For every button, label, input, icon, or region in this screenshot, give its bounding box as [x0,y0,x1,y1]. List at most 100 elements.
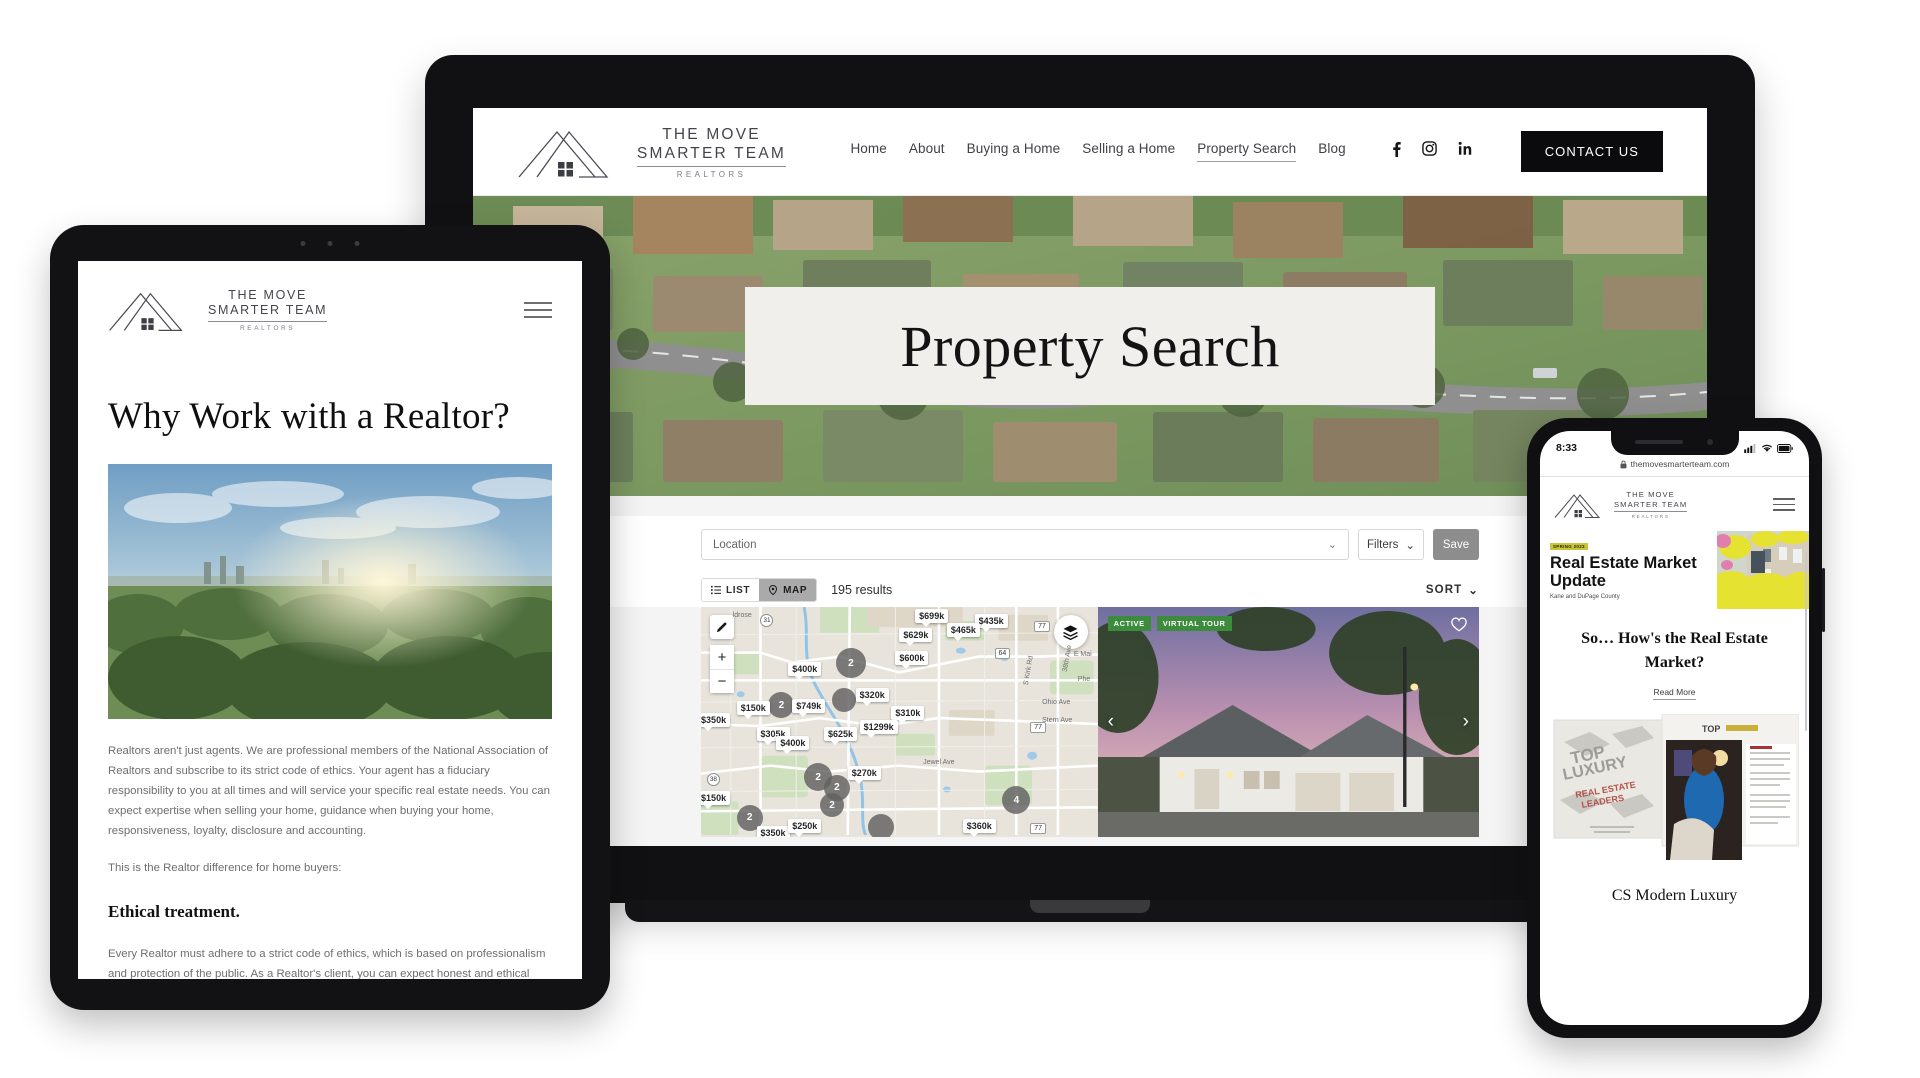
location-input[interactable]: Location ⌄ [701,529,1349,560]
listing-badges: ACTIVE VIRTUAL TOUR [1107,616,1232,631]
site-logo[interactable]: THE MOVE SMARTER TEAM REALTORS [1554,490,1688,519]
map-cluster-marker[interactable] [867,814,894,837]
spring-house-photo [1717,531,1809,609]
status-time: 8:33 [1556,442,1578,454]
map-street-label: ldrose [732,611,752,619]
heart-icon[interactable] [1451,617,1467,637]
laptop-screen: THE MOVE SMARTER TEAM REALTORS Home Abou… [473,108,1707,846]
search-toolbar: Location ⌄ Filters ⌄ Save [473,516,1707,573]
read-more-link[interactable]: Read More [1653,687,1696,700]
pencil-icon[interactable] [710,615,734,639]
filters-button[interactable]: Filters ⌄ [1358,529,1424,560]
phone-screen: 8:33 themovesmarterteam.com THE MOVE SMA… [1540,431,1809,1025]
phone-notch [1610,431,1739,455]
nav-item-about[interactable]: About [909,141,945,162]
zoom-out-button[interactable]: − [710,669,734,693]
nav-item-buying-a-home[interactable]: Buying a Home [967,141,1061,162]
wifi-icon [1761,444,1773,452]
map-street-label: Phe [1077,676,1091,683]
page-scrollbar[interactable] [1805,551,1807,731]
nav-item-home[interactable]: Home [850,141,886,162]
map-highway-shield: 64 [994,648,1011,660]
map-price-pin[interactable]: $310k [891,705,925,724]
listing-card[interactable]: ACTIVE VIRTUAL TOUR ‹ › [1097,607,1479,837]
map-highway-shield: 77 [1030,823,1046,835]
map-price-pin[interactable]: $150k [736,701,770,720]
list-view-label: LIST [726,584,751,596]
tab-list-view[interactable]: LIST [702,579,760,601]
tab-map-view[interactable]: MAP [759,579,817,601]
map-price-pin[interactable]: $600k [895,650,929,669]
location-input-placeholder: Location [713,538,757,551]
status-indicators [1744,443,1793,453]
map-price-pin[interactable]: $1299k [859,719,898,738]
chevron-left-icon[interactable]: ‹ [1108,711,1114,733]
phone-site-header: THE MOVE SMARTER TEAM REALTORS [1540,477,1809,529]
map-route-marker: 38 [706,772,720,786]
article-paragraph: Realtors aren't just agents. We are prof… [108,745,550,837]
map-price-pin[interactable]: $400k [776,735,810,754]
map-price-pin[interactable]: $270k [847,765,881,784]
phone-side-button[interactable] [1822,568,1825,632]
nav-item-blog[interactable]: Blog [1318,141,1345,162]
map-cluster-marker[interactable] [831,687,856,712]
map-price-pin[interactable]: $320k [855,687,889,706]
site-logo[interactable]: THE MOVE SMARTER TEAM REALTORS [108,287,328,333]
screenshot-stage: THE MOVE SMARTER TEAM REALTORS Home Abou… [0,0,1920,1078]
market-update-banner[interactable]: SPRING 2023 Real Estate Market Update Ka… [1540,531,1809,609]
map-price-pin[interactable]: $350k [756,825,790,837]
hamburger-icon[interactable] [524,302,552,318]
map-price-pin[interactable]: $749k [792,699,826,717]
sunset-skyline-photo [108,464,552,719]
map-price-pin[interactable]: $350k [701,712,731,731]
logo-line-3: REALTORS [240,325,296,332]
hamburger-icon[interactable] [1773,497,1795,512]
layers-icon[interactable] [1053,615,1088,649]
map-price-pin[interactable]: $150k [701,791,731,809]
logo-divider [208,321,328,322]
facebook-icon[interactable] [1392,141,1401,163]
logo-line-1: THE MOVE [1626,490,1675,499]
social-links [1392,141,1473,163]
site-logo[interactable]: THE MOVE SMARTER TEAM REALTORS [517,124,786,180]
results-toolbar: LIST MAP 195 results SORT ⌄ [473,573,1707,607]
sort-control[interactable]: SORT ⌄ [1426,583,1479,597]
listing-photo [1097,607,1479,837]
results-count: 195 results [831,583,893,597]
logo-wordmark: THE MOVE SMARTER TEAM REALTORS [637,125,786,179]
map-price-pin[interactable]: $465k [946,623,980,642]
instagram-icon[interactable] [1421,141,1437,162]
laptop-base-notch [1030,900,1150,913]
save-search-button[interactable]: Save [1433,529,1479,560]
roof-logo-icon [518,130,609,178]
zoom-in-button[interactable]: + [710,645,734,669]
map-price-pin[interactable]: $629k [899,627,933,646]
nav-item-selling-a-home[interactable]: Selling a Home [1082,141,1175,162]
roof-logo-icon [109,292,183,331]
logo-wordmark: THE MOVE SMARTER TEAM REALTORS [208,288,328,332]
chevron-down-icon: ⌄ [1405,539,1415,552]
map-price-pin[interactable]: $699k [915,609,949,628]
browser-address-bar[interactable]: themovesmarterteam.com [1540,459,1809,477]
hero-section: Property Search [473,196,1707,496]
results-map[interactable]: + − 31 38 77 64 77 77 ldrose E Mai S Kir… [701,607,1098,837]
linkedin-icon[interactable] [1458,141,1473,162]
list-icon [711,585,721,595]
view-toggle: LIST MAP [701,578,818,602]
map-price-pin[interactable]: $250k [788,818,822,837]
map-price-pin[interactable]: $400k [788,662,822,681]
nav-item-property-search[interactable]: Property Search [1197,141,1297,162]
phone-speaker [1634,440,1683,444]
map-price-pin[interactable]: $360k [962,818,996,837]
contact-us-button[interactable]: CONTACT US [1520,131,1663,172]
tablet-mockup: THE MOVE SMARTER TEAM REALTORS Why Work … [50,225,610,1010]
chevron-down-icon: ⌄ [1327,539,1337,551]
banner-subtitle: Kane and DuPage County [1550,594,1620,600]
logo-line-2: SMARTER TEAM [208,303,328,317]
phone-mockup: 8:33 themovesmarterteam.com THE MOVE SMA… [1527,418,1825,1038]
chevron-right-icon[interactable]: › [1463,711,1469,733]
map-street-label: Ohio Ave [1042,699,1071,706]
status-badge-virtual-tour: VIRTUAL TOUR [1156,616,1232,631]
map-price-pin[interactable]: $625k [823,726,857,745]
sort-label: SORT [1425,584,1463,596]
